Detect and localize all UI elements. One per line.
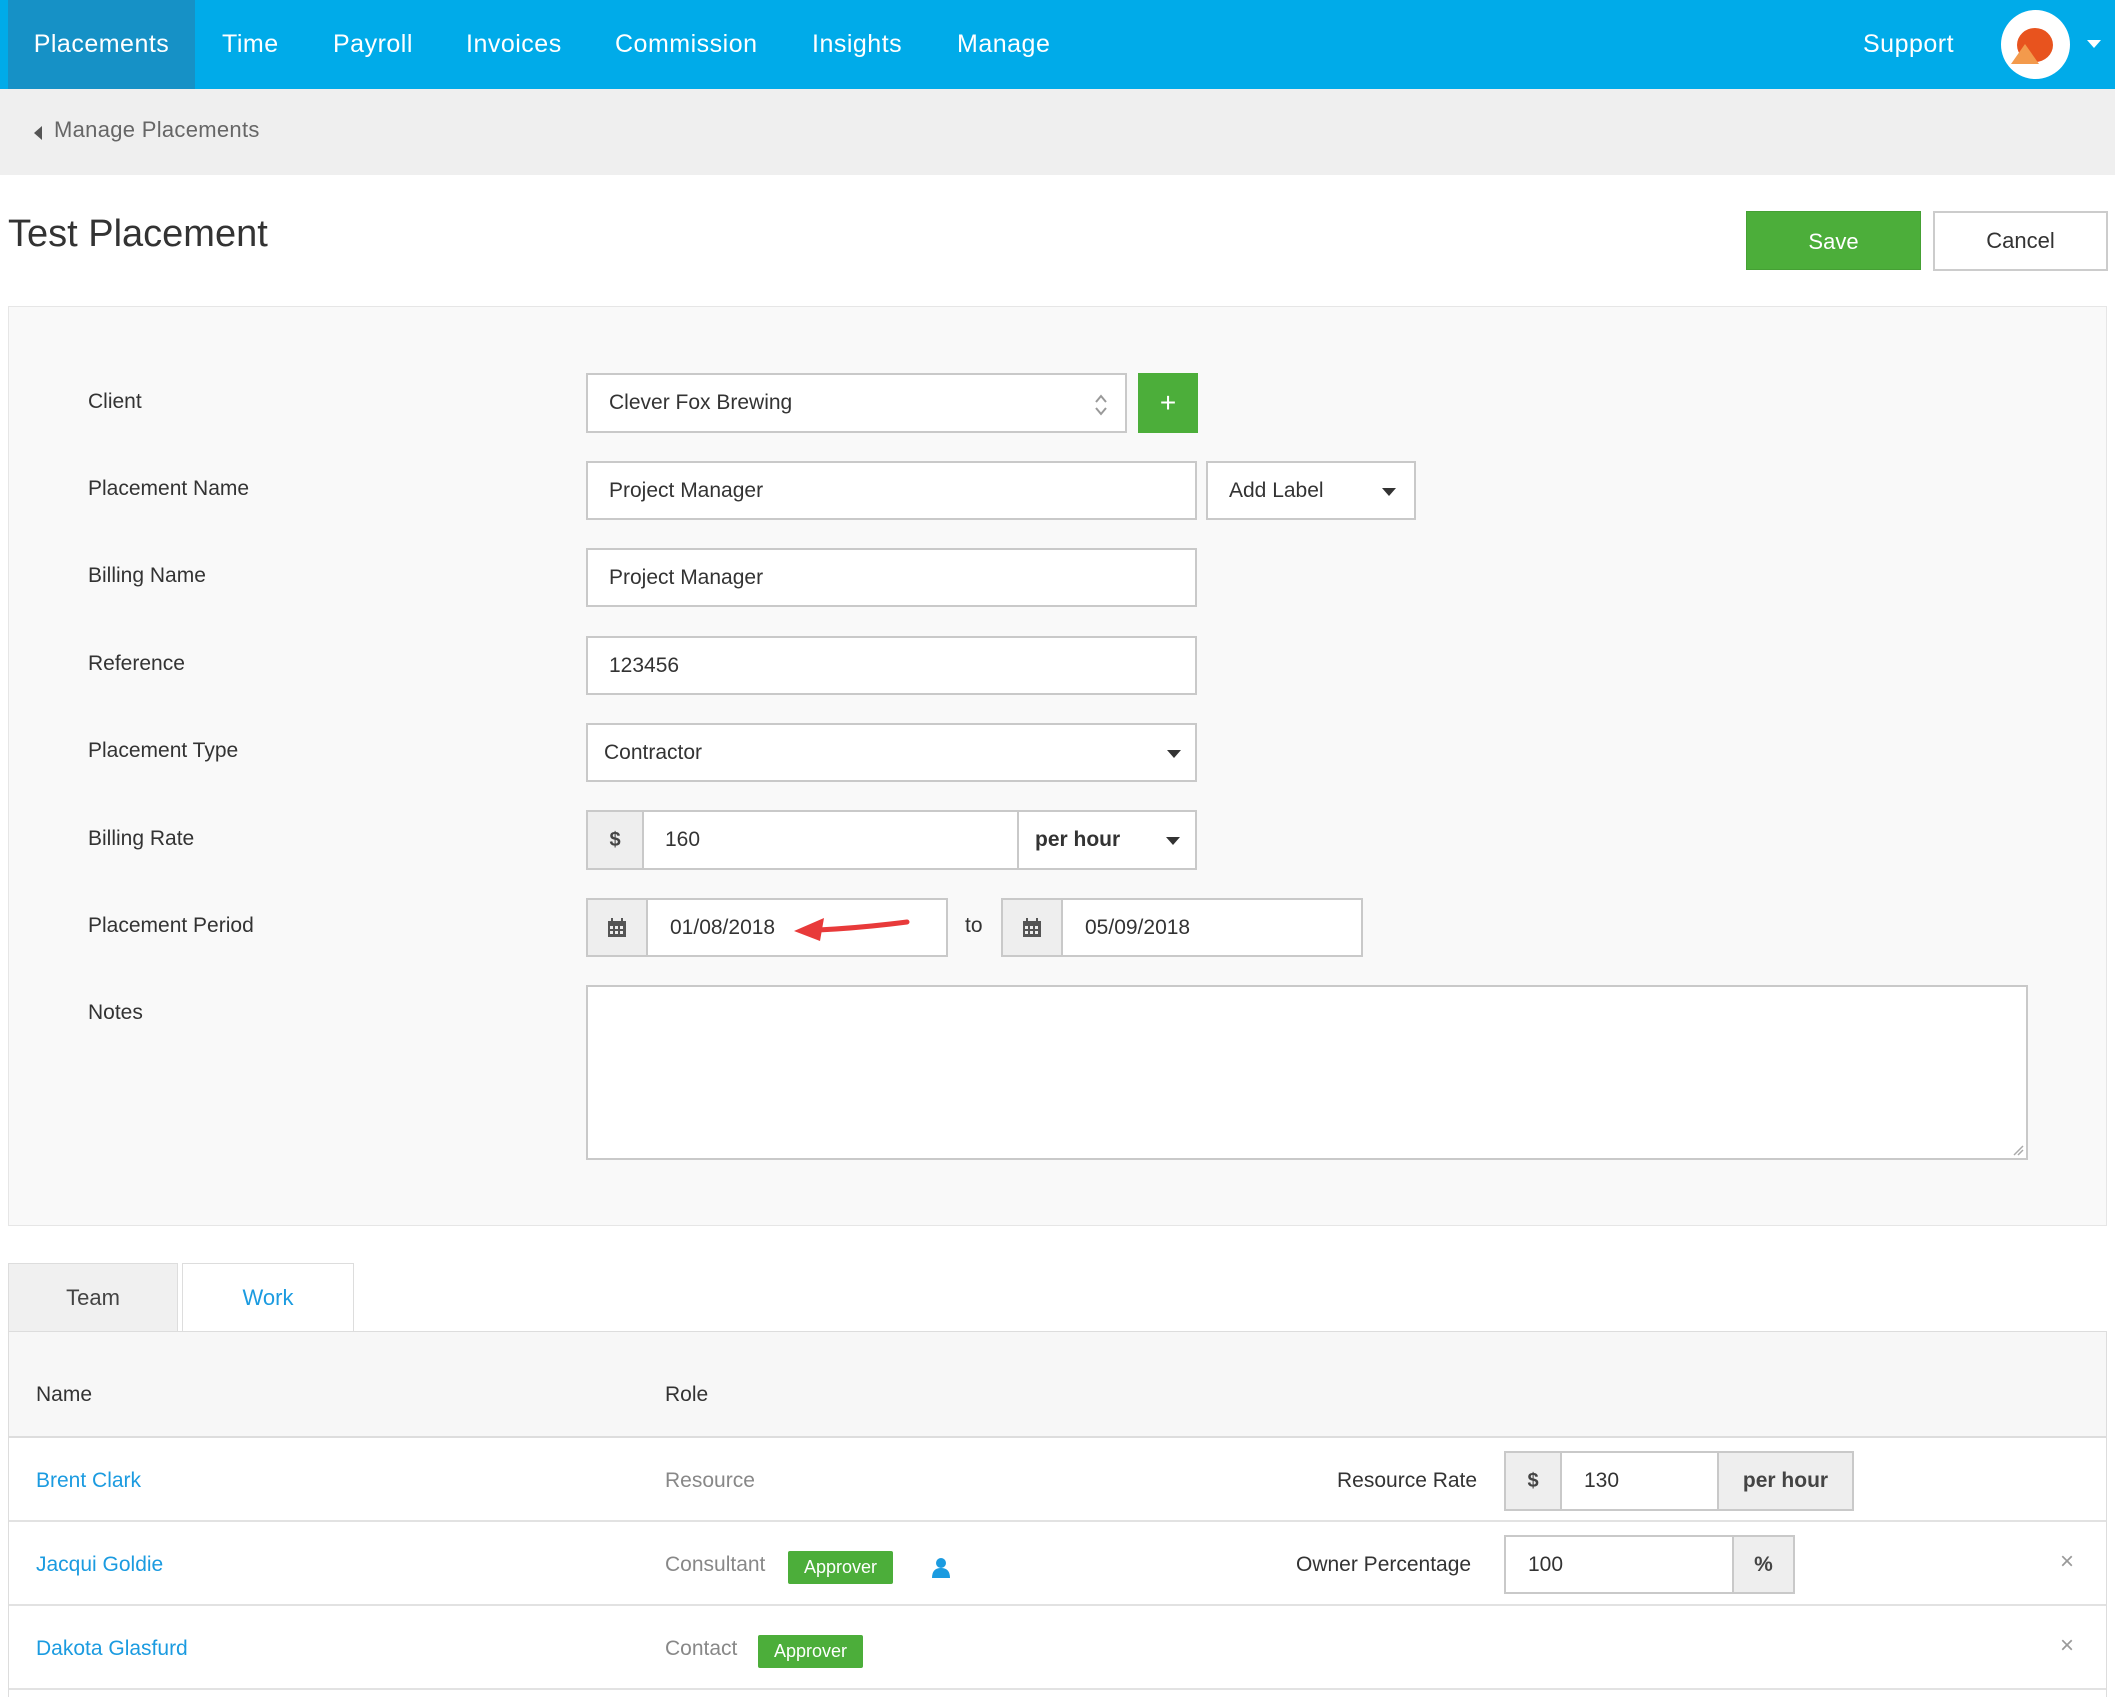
approver-badge: Approver	[758, 1635, 864, 1668]
billing-name-input[interactable]: Project Manager	[586, 548, 1197, 607]
billing-name-value: Project Manager	[609, 565, 764, 589]
reference-value: 123456	[609, 653, 680, 677]
nav-item-placements[interactable]: Placements	[8, 0, 195, 89]
nav-item-manage[interactable]: Manage	[957, 0, 1050, 89]
owner-percentage-value: 100	[1528, 1552, 1564, 1576]
tab-team[interactable]: Team	[8, 1263, 178, 1331]
billing-rate-value: 160	[665, 828, 701, 851]
billing-name-label: Billing Name	[88, 564, 206, 587]
start-date-value: 01/08/2018	[670, 915, 776, 939]
nav-item-invoices[interactable]: Invoices	[466, 0, 562, 89]
reference-label: Reference	[88, 652, 185, 675]
owner-percentage-label: Owner Percentage	[1296, 1553, 1472, 1576]
team-member-role: Resource	[665, 1469, 755, 1492]
percent-symbol: %	[1754, 1552, 1773, 1576]
owner-percentage-input[interactable]: 100	[1504, 1535, 1734, 1594]
rate-unit-value: per hour	[1035, 828, 1121, 851]
resize-handle-icon[interactable]	[2012, 1144, 2024, 1156]
user-menu-chevron-down-icon[interactable]	[2087, 40, 2101, 48]
date-range-to-label: to	[965, 914, 983, 937]
placement-type-value: Contractor	[604, 740, 703, 764]
row-divider	[9, 1520, 2106, 1522]
notes-textarea[interactable]	[586, 985, 2028, 1160]
nav-item-time[interactable]: Time	[222, 0, 279, 89]
currency-symbol: $	[609, 828, 621, 851]
percent-addon: %	[1732, 1535, 1795, 1594]
placement-type-label: Placement Type	[88, 739, 239, 762]
page-title: Test Placement	[8, 213, 268, 255]
notes-label: Notes	[88, 1001, 143, 1024]
resource-rate-currency-addon: $	[1504, 1451, 1562, 1511]
resource-rate-unit-addon: per hour	[1717, 1451, 1854, 1511]
reference-input[interactable]: 123456	[586, 636, 1197, 695]
remove-member-close-icon[interactable]: ×	[2060, 1548, 2074, 1576]
nav-item-commission[interactable]: Commission	[615, 0, 758, 89]
team-member-link[interactable]: Brent Clark	[36, 1469, 141, 1493]
add-client-button[interactable]: +	[1138, 373, 1198, 433]
end-date-value: 05/09/2018	[1085, 915, 1191, 939]
resource-rate-label: Resource Rate	[1337, 1469, 1478, 1492]
chevron-down-icon	[1382, 488, 1396, 496]
row-divider	[9, 1688, 2106, 1690]
chevron-down-icon	[1166, 837, 1180, 845]
placement-period-label: Placement Period	[88, 914, 254, 937]
calendar-icon	[608, 917, 626, 937]
team-member-role: Contact	[665, 1637, 738, 1660]
client-select-value: Clever Fox Brewing	[609, 391, 793, 414]
chevron-down-icon	[1167, 750, 1181, 758]
start-date-calendar-button[interactable]	[586, 898, 648, 957]
end-date-input[interactable]: 05/09/2018	[1061, 898, 1363, 957]
updown-arrows-icon	[1095, 394, 1107, 416]
user-avatar[interactable]	[2001, 10, 2070, 79]
avatar-logo-accent	[2011, 44, 2039, 64]
breadcrumb-back-link[interactable]: Manage Placements	[54, 117, 260, 143]
remove-member-close-icon[interactable]: ×	[2060, 1632, 2074, 1660]
nav-item-support[interactable]: Support	[1863, 0, 1954, 89]
placement-name-value: Project Manager	[609, 478, 764, 502]
breadcrumb	[0, 89, 2115, 175]
placement-name-input[interactable]: Project Manager	[586, 461, 1197, 520]
billing-rate-label: Billing Rate	[88, 827, 195, 850]
top-navigation-bar: Placements Time Payroll Invoices Commiss…	[0, 0, 2115, 89]
end-date-calendar-button[interactable]	[1001, 898, 1063, 957]
column-header-role: Role	[665, 1383, 709, 1406]
placement-type-select[interactable]: Contractor	[586, 723, 1197, 782]
team-member-link[interactable]: Dakota Glasfurd	[36, 1637, 188, 1661]
annotation-arrow-icon	[794, 918, 910, 941]
rate-unit-select[interactable]: per hour	[1017, 810, 1197, 870]
resource-rate-unit: per hour	[1742, 1469, 1829, 1492]
nav-item-payroll[interactable]: Payroll	[333, 0, 413, 89]
approver-badge: Approver	[788, 1551, 894, 1584]
person-icon[interactable]	[931, 1557, 951, 1579]
add-label-dropdown[interactable]: Add Label	[1206, 461, 1416, 520]
placement-name-label: Placement Name	[88, 477, 250, 500]
currency-symbol: $	[1527, 1469, 1539, 1492]
back-chevron-icon[interactable]	[34, 126, 42, 140]
resource-rate-input[interactable]: 130	[1560, 1451, 1719, 1511]
billing-rate-input[interactable]: 160	[642, 810, 1019, 870]
client-label: Client	[88, 390, 142, 413]
nav-item-insights[interactable]: Insights	[812, 0, 902, 89]
resource-rate-value: 130	[1584, 1469, 1620, 1492]
add-label-text: Add Label	[1229, 478, 1324, 502]
calendar-icon	[1023, 917, 1041, 937]
currency-addon: $	[586, 810, 644, 870]
client-select[interactable]: Clever Fox Brewing	[586, 373, 1127, 433]
save-button[interactable]: Save	[1746, 211, 1921, 270]
column-header-name: Name	[36, 1383, 93, 1406]
cancel-button[interactable]: Cancel	[1933, 211, 2108, 271]
tab-work[interactable]: Work	[182, 1263, 354, 1331]
table-header-row	[9, 1332, 2106, 1438]
team-member-role: Consultant	[665, 1553, 766, 1576]
team-member-link[interactable]: Jacqui Goldie	[36, 1553, 163, 1577]
row-divider	[9, 1604, 2106, 1606]
